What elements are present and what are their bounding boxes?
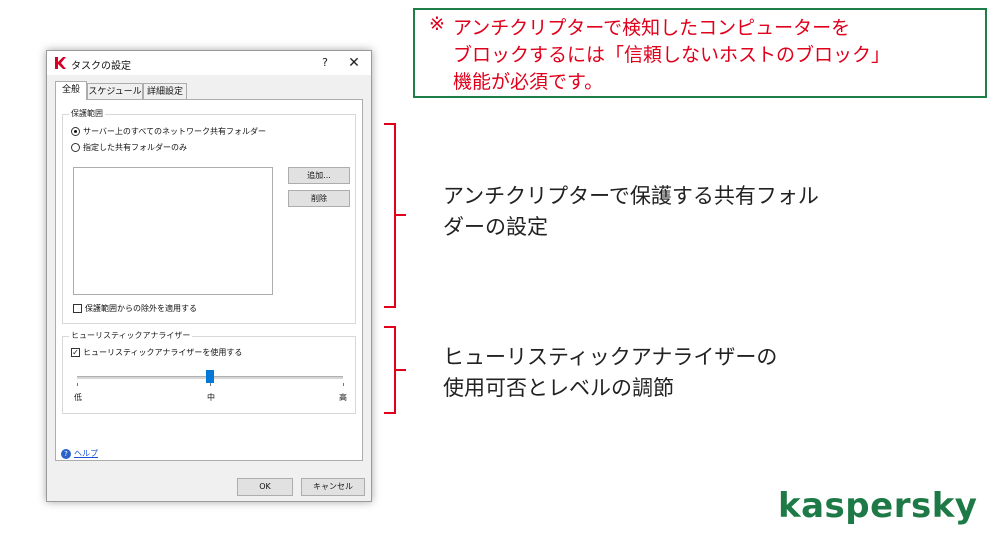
help-link[interactable]: ? ヘルプ [61,448,98,459]
kaspersky-logo: kaspersky [778,486,978,526]
protection-scope-callout-line-2: ダーの設定 [443,215,548,239]
level-low-label: 低 [74,393,82,402]
title-bar[interactable]: タスクの設定 ? ✕ [47,51,371,75]
apply-exclusions-checkbox[interactable]: 保護範囲からの除外を適用する [73,303,197,314]
heuristic-analyzer-label: ヒューリスティックアナライザー [69,330,193,341]
protection-scope-bracket [384,123,396,308]
heuristic-level-slider-thumb[interactable] [206,370,214,383]
protection-scope-callout: アンチクリプターで保護する共有フォル ダーの設定 [443,181,819,243]
heuristic-bracket [384,326,396,414]
heuristic-callout-line-2: 使用可否とレベルの調節 [443,376,674,400]
notice-mark: ※ [429,13,445,35]
use-heuristic-checkbox[interactable]: ✓ ヒューリスティックアナライザーを使用する [71,347,242,358]
radio-off-icon [71,143,80,152]
radio-on-icon [71,127,80,136]
radio-specified-shares[interactable]: 指定した共有フォルダーのみ [71,142,187,153]
radio-all-shares[interactable]: サーバー上のすべてのネットワーク共有フォルダー [71,126,266,137]
level-mid-label: 中 [207,393,215,402]
protection-scope-group: 保護範囲 サーバー上のすべてのネットワーク共有フォルダー 指定した共有フォルダー… [62,108,356,324]
tab-general[interactable]: 全般 [55,81,87,100]
use-heuristic-label: ヒューリスティックアナライザーを使用する [83,348,243,357]
task-settings-dialog: タスクの設定 ? ✕ 全般 スケジュール 詳細設定 保護範囲 サーバー上のすべて… [46,50,372,502]
tab-schedule[interactable]: スケジュール [87,83,143,99]
ok-button[interactable]: OK [237,478,293,496]
radio-specified-shares-label: 指定した共有フォルダーのみ [83,143,187,152]
checkbox-checked-icon: ✓ [71,348,80,357]
protection-scope-callout-line-1: アンチクリプターで保護する共有フォル [443,184,819,208]
notice-line-2: ブロックするには「信頼しないホストのブロック」 [453,44,891,66]
heuristic-callout-line-1: ヒューリスティックアナライザーの [443,345,778,369]
help-circle-icon: ? [61,448,71,459]
notice-box: ※ アンチクリプターで検知したコンピューターを ブロックするには「信頼しないホス… [413,8,987,98]
radio-all-shares-label: サーバー上のすべてのネットワーク共有フォルダー [83,127,267,136]
heuristic-analyzer-group: ヒューリスティックアナライザー ✓ ヒューリスティックアナライザーを使用する 低… [62,330,356,414]
general-tab-panel: 保護範囲 サーバー上のすべてのネットワーク共有フォルダー 指定した共有フォルダー… [55,99,363,461]
notice-line-1: アンチクリプターで検知したコンピューターを [453,17,851,39]
cancel-button[interactable]: キャンセル [301,478,365,496]
shared-folder-list[interactable] [73,167,273,295]
add-button[interactable]: 追加... [288,167,350,184]
notice-line-3: 機能が必須です。 [453,71,604,93]
dialog-title: タスクの設定 [71,61,131,72]
help-button[interactable]: ? [314,53,336,73]
tab-advanced[interactable]: 詳細設定 [143,83,187,99]
close-button[interactable]: ✕ [341,53,367,73]
slider-tick-high [343,383,344,386]
delete-button[interactable]: 削除 [288,190,350,207]
checkbox-unchecked-icon [73,304,82,313]
apply-exclusions-label: 保護範囲からの除外を適用する [85,304,197,313]
heuristic-bracket-tip [396,369,406,371]
protection-scope-label: 保護範囲 [69,108,105,119]
level-high-label: 高 [339,393,347,402]
heuristic-callout: ヒューリスティックアナライザーの 使用可否とレベルの調節 [443,342,777,404]
protection-scope-bracket-tip [396,214,406,216]
slider-tick-mid [210,383,211,386]
slider-tick-low [77,383,78,386]
kaspersky-k-icon [55,57,66,69]
help-link-text: ヘルプ [74,449,98,458]
